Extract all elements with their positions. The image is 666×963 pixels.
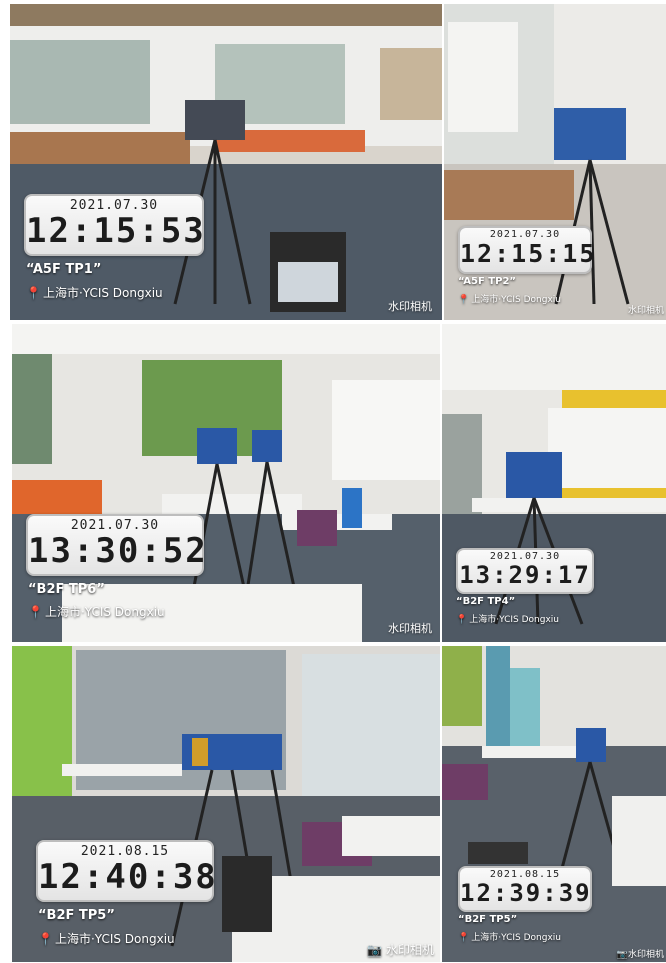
test-point-label: “B2F TP6” — [28, 582, 105, 597]
camera-watermark: 水印相机 — [627, 306, 664, 316]
photo-time: 12:15:15 — [460, 239, 597, 268]
camera-watermark: 📷 水印相机 — [367, 943, 434, 957]
timestamp-display: 2021.08.15 12:39:39 — [458, 866, 592, 912]
photo-b2f-tp6: 2021.07.30 13:30:52 “B2F TP6” 📍 上海市·YCIS … — [12, 324, 440, 642]
camera-icon: 📷 — [367, 943, 383, 957]
location-label: 📍 上海市·YCIS Dongxiu — [458, 933, 561, 943]
test-point-label: “B2F TP4” — [456, 596, 516, 607]
photo-a5f-tp1: 2021.07.30 12:15:53 “A5F TP1” 📍 上海市·YCIS … — [10, 4, 442, 320]
test-point-label: “A5F TP2” — [458, 276, 516, 287]
location-label: 📍 上海市·YCIS Dongxiu — [28, 605, 165, 619]
location-pin-icon: 📍 — [38, 932, 53, 946]
room-scene-image — [442, 324, 666, 642]
location-label: 📍 上海市·YCIS Dongxiu — [456, 615, 559, 625]
timestamp-display: 2021.08.15 12:40:38 — [36, 840, 218, 902]
photo-time: 13:29:17 — [459, 561, 591, 589]
location-pin-icon: 📍 — [26, 286, 41, 300]
location-label: 📍 上海市·YCIS Dongxiu — [458, 295, 561, 305]
camera-watermark: 水印相机 — [388, 300, 432, 313]
timestamp-display: 2021.07.30 13:30:52 — [26, 514, 208, 576]
photo-a5f-tp2: 2021.07.30 12:15:15 “A5F TP2” 📍 上海市·YCIS … — [444, 4, 666, 320]
location-pin-icon: 📍 — [458, 933, 470, 943]
test-point-label: “A5F TP1” — [26, 262, 102, 277]
photo-time: 12:40:38 — [38, 857, 218, 897]
photo-time: 12:15:53 — [26, 211, 206, 251]
location-pin-icon: 📍 — [458, 295, 470, 305]
location-label: 📍 上海市·YCIS Dongxiu — [26, 286, 163, 300]
test-point-label: “B2F TP5” — [38, 908, 115, 923]
camera-icon: 📷 — [616, 950, 628, 960]
photo-b2f-tp5: 2021.08.15 12:40:38 “B2F TP5” 📍 上海市·YCIS … — [12, 646, 440, 962]
photo-time: 12:39:39 — [460, 879, 592, 907]
test-point-label: “B2F TP5” — [458, 914, 518, 925]
camera-watermark: 水印相机 — [388, 622, 432, 635]
location-pin-icon: 📍 — [28, 605, 43, 619]
location-pin-icon: 📍 — [456, 615, 468, 625]
camera-watermark: 📷水印相机 — [616, 950, 664, 960]
timestamp-display: 2021.07.30 13:29:17 — [456, 548, 594, 594]
photo-b2f-tp5-alt: 2021.08.15 12:39:39 “B2F TP5” 📍 上海市·YCIS … — [442, 646, 666, 962]
timestamp-display: 2021.07.30 12:15:53 — [24, 194, 204, 256]
photo-time: 13:30:52 — [28, 531, 208, 571]
timestamp-display: 2021.07.30 12:15:15 — [458, 226, 597, 274]
location-label: 📍 上海市·YCIS Dongxiu — [38, 932, 175, 946]
photo-b2f-tp4: 2021.07.30 13:29:17 “B2F TP4” 📍 上海市·YCIS … — [442, 324, 666, 642]
